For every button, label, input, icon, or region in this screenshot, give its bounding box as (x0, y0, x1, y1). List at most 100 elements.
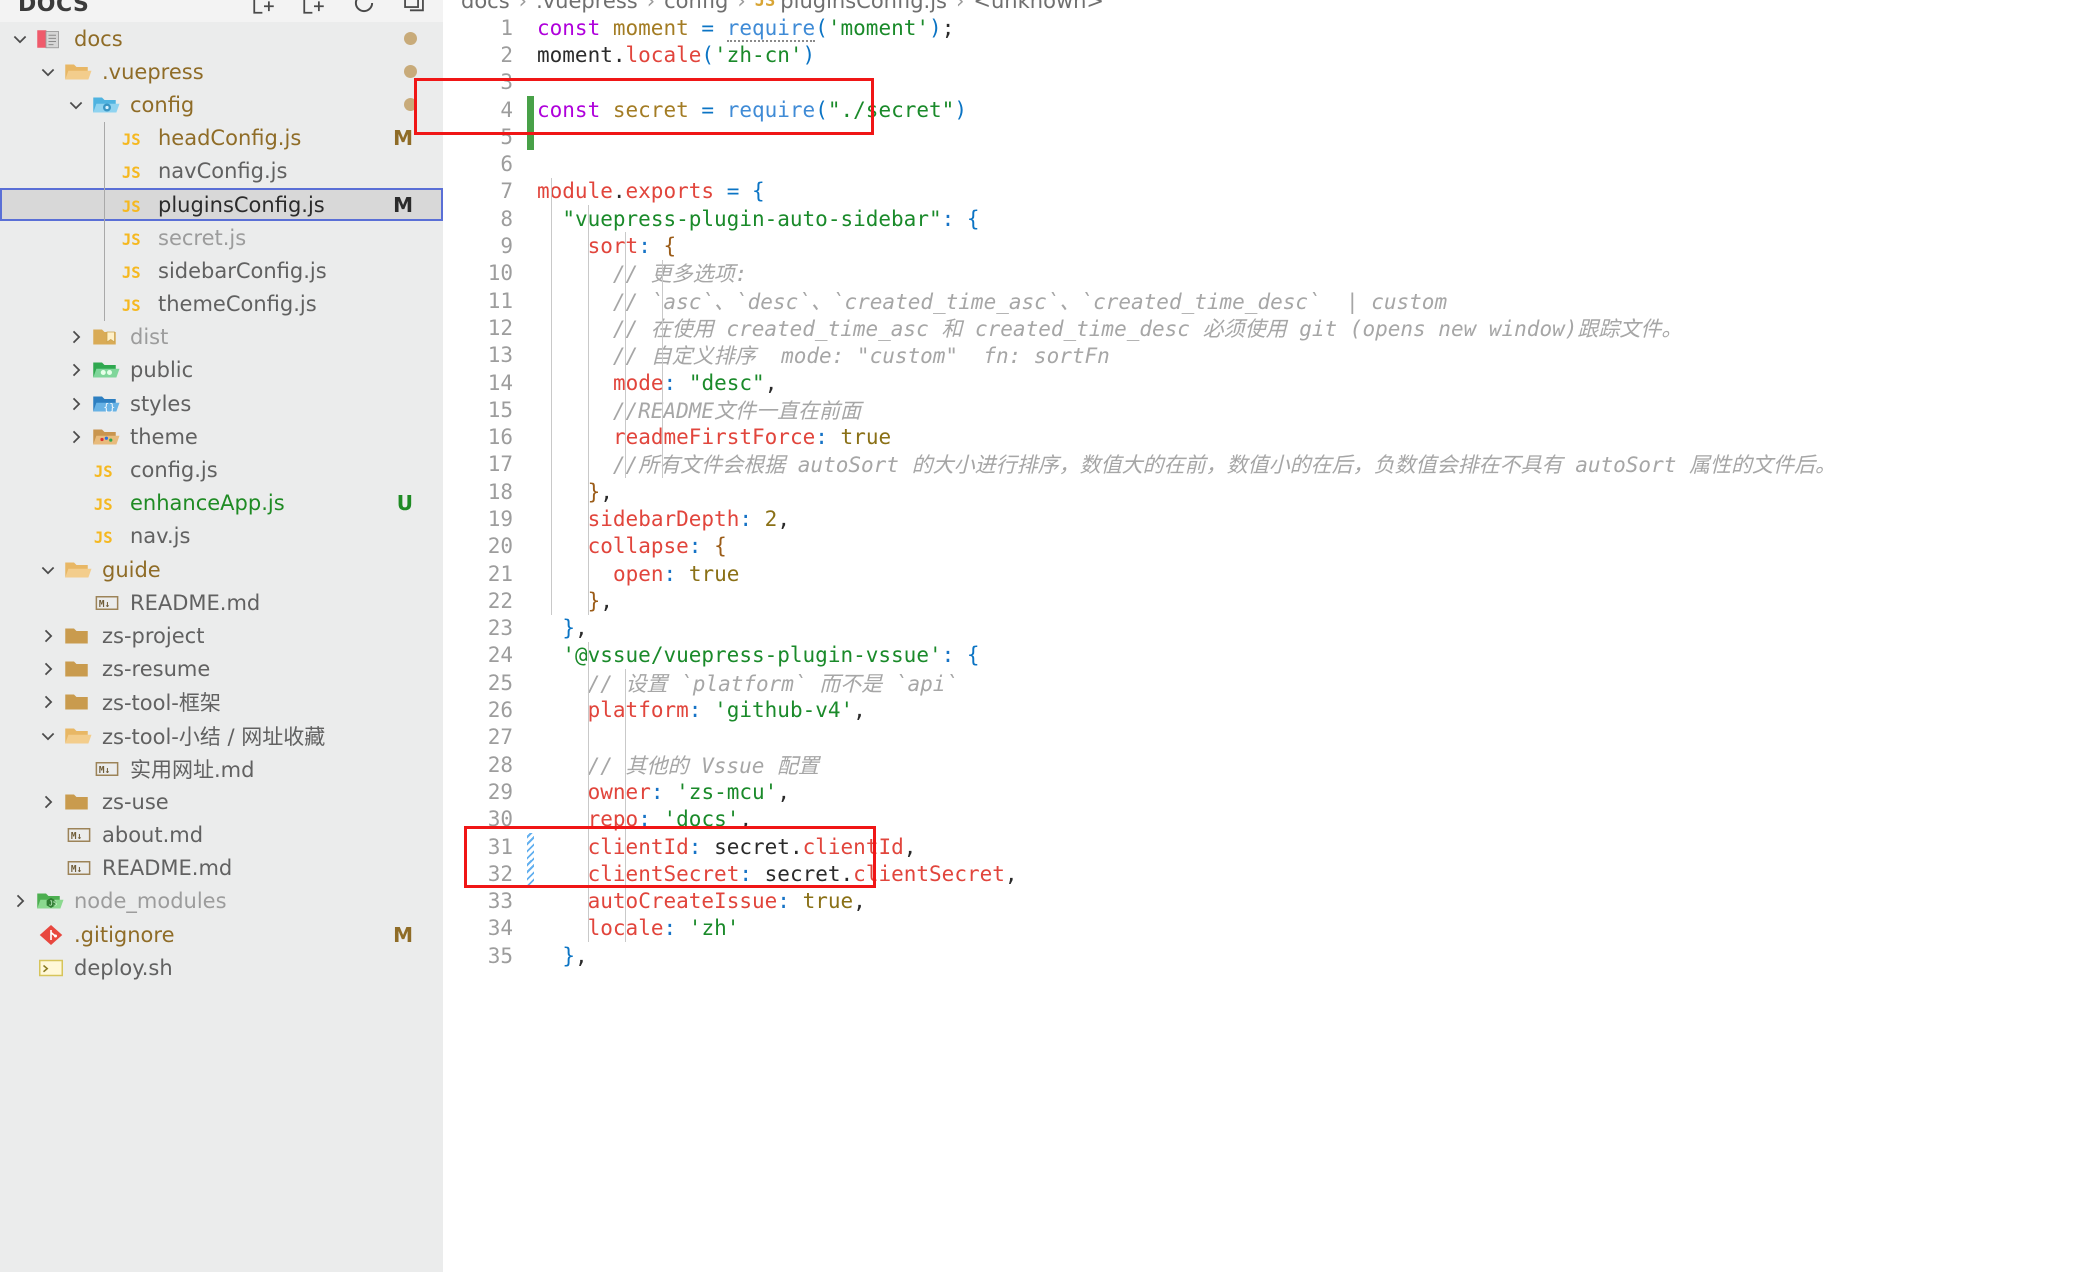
tree-item--gitignore[interactable]: .gitignore M (0, 918, 443, 951)
code-line[interactable]: 24 '@vssue/vuepress-plugin-vssue': { (443, 642, 2074, 669)
tree-item-node-modules[interactable]: JS node_modules (0, 885, 443, 918)
tree-item-zs-use[interactable]: zs-use (0, 785, 443, 818)
code-line[interactable]: 32 clientSecret: secret.clientSecret, (443, 860, 2074, 888)
code-line[interactable]: 22 }, (443, 587, 2074, 614)
chevron-down-icon[interactable] (34, 726, 62, 746)
tree-item-nav-js[interactable]: JS nav.js (0, 520, 443, 553)
tree-item-zs-tool-[interactable]: zs-tool-小结 / 网址收藏 (0, 719, 443, 752)
chevron-right-icon[interactable] (34, 792, 62, 812)
code-line[interactable]: 4 const secret = require("./secret") (443, 95, 2074, 124)
tree-item-config[interactable]: config (0, 88, 443, 121)
chevron-right-icon[interactable] (6, 891, 34, 911)
code-line[interactable]: 13 // 自定义排序 mode: "custom" fn: sortFn (443, 342, 2074, 369)
tree-item-headconfig-js[interactable]: JS headConfig.js M (0, 122, 443, 155)
breadcrumb-part-docs[interactable]: docs (461, 0, 510, 13)
new-file-icon[interactable] (251, 0, 277, 16)
code-line[interactable]: 8 "vuepress-plugin-auto-sidebar": { (443, 205, 2074, 232)
breadcrumb-file[interactable]: pluginsConfig.js (780, 0, 947, 13)
chevron-down-icon[interactable] (62, 95, 90, 115)
breadcrumb[interactable]: docs › .vuepress › config › JS pluginsCo… (461, 0, 1104, 13)
code-line[interactable]: 21 open: true (443, 560, 2074, 587)
code-line-text: owner: 'zs-mcu', (587, 779, 790, 804)
code-line[interactable]: 7 module.exports = { (443, 178, 2074, 205)
new-folder-icon[interactable] (301, 0, 327, 16)
tree-item-about-md[interactable]: M↓ about.md (0, 819, 443, 852)
line-number: 4 (500, 97, 513, 122)
code-line[interactable]: 35 }, (443, 942, 2074, 969)
line-number: 17 (487, 452, 513, 477)
tree-item-zs-tool-[interactable]: zs-tool-框架 (0, 686, 443, 719)
code-line[interactable]: 5 (443, 123, 2074, 151)
chevron-right-icon[interactable] (62, 360, 90, 380)
code-line[interactable]: 23 }, (443, 615, 2074, 642)
shell-file-icon (34, 955, 68, 981)
tree-item-pluginsconfig-js[interactable]: JS pluginsConfig.js M (0, 187, 443, 222)
tree-item--md[interactable]: M↓ 实用网址.md (0, 752, 443, 785)
chevron-right-icon[interactable] (34, 659, 62, 679)
collapse-all-icon[interactable] (401, 0, 427, 16)
chevron-right-icon[interactable] (62, 427, 90, 447)
code-line[interactable]: 33 autoCreateIssue: true, (443, 888, 2074, 915)
code-line[interactable]: 29 owner: 'zs-mcu', (443, 778, 2074, 805)
chevron-right-icon[interactable] (62, 327, 90, 347)
code-line[interactable]: 14 mode: "desc", (443, 369, 2074, 396)
tree-item-theme[interactable]: theme (0, 420, 443, 453)
line-number: 2 (500, 42, 513, 67)
chevron-down-icon[interactable] (6, 29, 34, 49)
tree-item-secret-js[interactable]: JS secret.js (0, 221, 443, 254)
chevron-right-icon[interactable] (34, 626, 62, 646)
code-line[interactable]: 16 readmeFirstForce: true (443, 423, 2074, 450)
code-line[interactable]: 26 platform: 'github-v4', (443, 696, 2074, 723)
chevron-down-icon[interactable] (34, 560, 62, 580)
code-line[interactable]: 10 // 更多选项: (443, 260, 2074, 287)
code-line[interactable]: 3 (443, 69, 2074, 96)
tree-item-deploy-sh[interactable]: deploy.sh (0, 951, 443, 984)
code-line[interactable]: 30 repo: 'docs', (443, 806, 2074, 833)
code-line[interactable]: 9 sort: { (443, 232, 2074, 259)
code-line[interactable]: 20 collapse: { (443, 533, 2074, 560)
code-line[interactable]: 17 //所有文件会根据 autoSort 的大小进行排序，数值大的在前，数值小… (443, 451, 2074, 478)
chevron-down-icon[interactable] (34, 62, 62, 82)
line-number: 12 (487, 315, 513, 340)
code-line[interactable]: 19 sidebarDepth: 2, (443, 505, 2074, 532)
code-line[interactable]: 28 // 其他的 Vssue 配置 (443, 751, 2074, 778)
refresh-icon[interactable] (351, 0, 377, 16)
code-line[interactable]: 31 clientId: secret.clientId, (443, 832, 2074, 861)
svg-text:M↓: M↓ (99, 764, 110, 775)
code-line[interactable]: 12 // 在使用 created_time_asc 和 created_tim… (443, 314, 2074, 341)
tree-item-navconfig-js[interactable]: JS navConfig.js (0, 155, 443, 188)
chevron-right-icon[interactable] (34, 692, 62, 712)
code-line[interactable]: 34 locale: 'zh' (443, 915, 2074, 942)
code-line[interactable]: 6 (443, 150, 2074, 177)
tree-item-styles[interactable]: {} styles (0, 387, 443, 420)
line-number: 1 (500, 15, 513, 40)
code-line[interactable]: 15 //README文件一直在前面 (443, 396, 2074, 423)
tree-item-readme-md[interactable]: M↓ README.md (0, 852, 443, 885)
tree-item-enhanceapp-js[interactable]: JS enhanceApp.js U (0, 487, 443, 520)
breadcrumb-symbol[interactable]: <unknown> (973, 0, 1104, 13)
code-line[interactable]: 11 // `asc`、`desc`、`created_time_asc`、`c… (443, 287, 2074, 314)
code-line[interactable]: 18 }, (443, 478, 2074, 505)
code-line[interactable]: 27 (443, 724, 2074, 751)
tree-item-docs[interactable]: docs (0, 22, 443, 55)
tree-item-themeconfig-js[interactable]: JS themeConfig.js (0, 288, 443, 321)
code-line[interactable]: 25 // 设置 `platform` 而不是 `api` (443, 669, 2074, 696)
tree-item-public[interactable]: public (0, 354, 443, 387)
breadcrumb-part-vuepress[interactable]: .vuepress (536, 0, 638, 13)
code-line[interactable]: 1 const moment = require('moment'); (443, 14, 2074, 42)
tree-item-dist[interactable]: dist (0, 321, 443, 354)
breadcrumb-part-config[interactable]: config (664, 0, 728, 13)
line-number: 24 (487, 643, 513, 668)
tree-item-zs-resume[interactable]: zs-resume (0, 653, 443, 686)
js-file-icon: JS (118, 258, 152, 284)
tree-item-zs-project[interactable]: zs-project (0, 619, 443, 652)
tree-item-readme-md[interactable]: M↓ README.md (0, 586, 443, 619)
tree-item-guide[interactable]: guide (0, 553, 443, 586)
chevron-right-icon[interactable] (62, 394, 90, 414)
tree-item--vuepress[interactable]: .vuepress (0, 55, 443, 88)
tree-item-config-js[interactable]: JS config.js (0, 453, 443, 486)
code-line[interactable]: 2 moment.locale('zh-cn') (443, 41, 2074, 68)
tree-item-sidebarconfig-js[interactable]: JS sidebarConfig.js (0, 254, 443, 287)
code-content[interactable]: 1 const moment = require('moment'); 2 momen… (443, 14, 2074, 1272)
tree-item-label: .vuepress (102, 59, 204, 84)
